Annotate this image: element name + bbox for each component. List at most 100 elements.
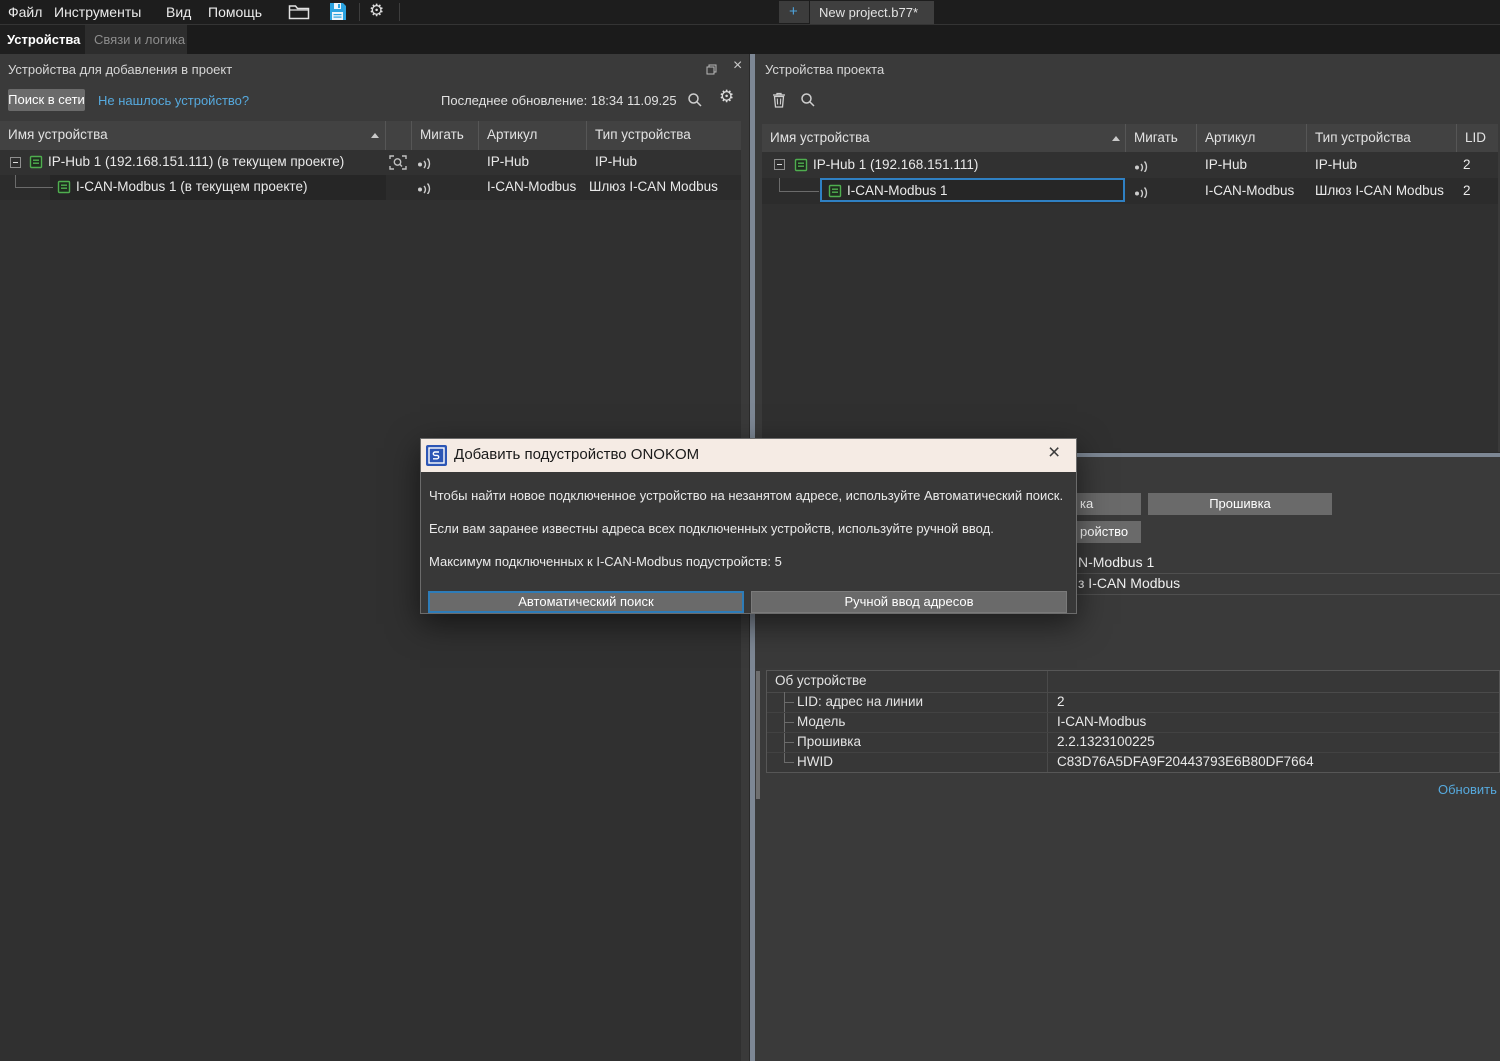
sort-asc-icon xyxy=(371,133,379,138)
app-window: Файл Инструменты Вид Помощь ⚙ + New proj… xyxy=(0,0,1500,1061)
search-icon[interactable] xyxy=(800,92,816,111)
col-header-type-label: Тип устройства xyxy=(595,127,691,142)
device-type: Шлюз I-CAN Modbus xyxy=(589,179,718,194)
col-header-name[interactable]: Имя устройства xyxy=(762,124,1126,152)
col-header-type[interactable]: Тип устройства xyxy=(587,121,741,150)
col-header-blink[interactable]: Мигать xyxy=(1126,124,1197,152)
dialog-text-line3: Максимум подключенных к I-CAN-Modbus под… xyxy=(429,554,782,569)
device-icon xyxy=(29,155,43,172)
menu-tools[interactable]: Инструменты xyxy=(54,4,141,20)
panel-gear-icon[interactable]: ⚙ xyxy=(719,87,734,107)
table-row[interactable]: I-CAN-Modbus 1 (в текущем проекте) I-CAN… xyxy=(0,175,741,200)
dialog-close-icon[interactable]: × xyxy=(1048,441,1060,465)
device-name: I-CAN-Modbus 1 xyxy=(847,183,948,198)
manual-input-button[interactable]: Ручной ввод адресов xyxy=(751,591,1067,613)
property-label: LID: адрес на линии xyxy=(797,694,923,709)
blink-icon[interactable] xyxy=(417,156,434,172)
tree-guide xyxy=(15,187,53,188)
menu-separator xyxy=(359,3,360,21)
device-lid: 2 xyxy=(1463,183,1471,198)
blink-icon[interactable] xyxy=(1134,159,1151,175)
col-header-article[interactable]: Артикул xyxy=(1197,124,1307,152)
blink-icon[interactable] xyxy=(1134,185,1151,201)
trash-icon[interactable] xyxy=(772,92,786,111)
table-row[interactable]: I-CAN-Modbus 1 I-CAN-Modbus Шлюз I-CAN M… xyxy=(762,178,1498,204)
menu-view[interactable]: Вид xyxy=(166,4,191,20)
float-panel-icon[interactable] xyxy=(706,63,717,78)
add-subdevice-dialog: Добавить подустройство ONOKOM × Чтобы на… xyxy=(420,438,1077,614)
partial-button-top[interactable]: ка xyxy=(1077,493,1141,515)
right-table-header: Имя устройства Мигать Артикул Тип устрой… xyxy=(762,124,1498,152)
table-row[interactable]: IP-Hub 1 (192.168.151.111) IP-Hub IP-Hub… xyxy=(762,152,1498,178)
dialog-text-line2: Если вам заранее известны адреса всех по… xyxy=(429,521,994,536)
scrollbar-thumb[interactable] xyxy=(756,671,760,799)
device-type-field[interactable]: з I-CAN Modbus xyxy=(1075,573,1500,595)
col-header-name[interactable]: Имя устройства xyxy=(0,121,386,150)
property-row[interactable]: LID: адрес на линии 2 xyxy=(767,692,1499,713)
refresh-link[interactable]: Обновить xyxy=(1438,782,1497,797)
search-icon[interactable] xyxy=(687,92,703,111)
property-value: I-CAN-Modbus xyxy=(1057,714,1146,729)
tab-devices[interactable]: Устройства xyxy=(0,25,85,54)
project-tab[interactable]: New project.b77* xyxy=(810,1,934,24)
open-folder-icon[interactable] xyxy=(288,4,310,23)
property-row[interactable]: Прошивка 2.2.1323100225 xyxy=(767,732,1499,753)
device-article: IP-Hub xyxy=(1205,157,1247,172)
property-label: Прошивка xyxy=(797,734,861,749)
last-update-label: Последнее обновление: 18:34 11.09.25 xyxy=(441,93,677,108)
device-lid: 2 xyxy=(1463,157,1471,172)
property-label: Модель xyxy=(797,714,845,729)
device-not-found-link[interactable]: Не нашлось устройство? xyxy=(98,93,249,108)
right-panel-title: Устройства проекта xyxy=(765,62,884,77)
col-header-blink[interactable]: Мигать xyxy=(412,121,479,150)
property-value: C83D76A5DFA9F20443793E6B80DF7664 xyxy=(1057,754,1314,769)
tab-logic[interactable]: Связи и логика xyxy=(85,25,187,54)
col-header-lid[interactable]: LID xyxy=(1457,124,1498,152)
device-name: IP-Hub 1 (192.168.151.111) (в текущем пр… xyxy=(48,154,344,169)
col-header-type[interactable]: Тип устройства xyxy=(1307,124,1457,152)
collapse-expander-icon[interactable] xyxy=(774,159,785,170)
property-row[interactable]: Модель I-CAN-Modbus xyxy=(767,712,1499,733)
scan-device-icon[interactable] xyxy=(388,154,408,174)
group-header-row[interactable]: Об устройстве xyxy=(767,671,1499,693)
device-type: IP-Hub xyxy=(595,154,637,169)
project-tab-label: New project.b77* xyxy=(819,5,918,20)
property-value: 2 xyxy=(1057,694,1065,709)
settings-gear-icon[interactable]: ⚙ xyxy=(369,1,384,21)
menu-file[interactable]: Файл xyxy=(8,4,42,20)
col-header-scan[interactable] xyxy=(386,121,412,150)
auto-search-button[interactable]: Автоматический поиск xyxy=(428,591,744,613)
partial-button-bottom[interactable]: ройство xyxy=(1077,521,1141,543)
col-header-blink-label: Мигать xyxy=(1134,130,1178,145)
tab-devices-label: Устройства xyxy=(7,32,80,47)
device-name-field[interactable]: N-Modbus 1 xyxy=(1075,552,1500,574)
menu-separator xyxy=(399,3,400,21)
save-icon[interactable] xyxy=(329,2,346,24)
property-row[interactable]: HWID C83D76A5DFA9F20443793E6B80DF7664 xyxy=(767,752,1499,772)
property-value: 2.2.1323100225 xyxy=(1057,734,1155,749)
group-title: Об устройстве xyxy=(775,673,867,688)
table-row[interactable]: IP-Hub 1 (192.168.151.111) (в текущем пр… xyxy=(0,150,741,175)
add-project-tab-button[interactable]: + xyxy=(779,1,809,23)
about-device-group: Об устройстве LID: адрес на линии 2 Моде… xyxy=(766,670,1500,773)
device-type: IP-Hub xyxy=(1315,157,1357,172)
device-type-fragment: з I-CAN Modbus xyxy=(1078,575,1180,591)
selected-cell[interactable]: I-CAN-Modbus 1 xyxy=(820,178,1125,202)
device-name: IP-Hub 1 (192.168.151.111) xyxy=(813,157,978,172)
dialog-text-line1: Чтобы найти новое подключенное устройств… xyxy=(429,488,1063,503)
dialog-titlebar[interactable]: Добавить подустройство ONOKOM × xyxy=(421,439,1076,472)
col-header-article[interactable]: Артикул xyxy=(479,121,587,150)
plus-icon: + xyxy=(789,3,798,20)
tree-guide xyxy=(779,178,780,191)
search-network-button[interactable]: Поиск в сети xyxy=(8,89,85,111)
project-device-table: Имя устройства Мигать Артикул Тип устрой… xyxy=(762,124,1498,452)
device-name: I-CAN-Modbus 1 (в текущем проекте) xyxy=(76,179,307,194)
col-header-name-label: Имя устройства xyxy=(770,130,870,145)
device-icon xyxy=(828,184,842,201)
property-label: HWID xyxy=(797,754,833,769)
menu-help[interactable]: Помощь xyxy=(208,4,262,20)
close-panel-icon[interactable]: × xyxy=(733,57,742,75)
collapse-expander-icon[interactable] xyxy=(10,157,21,168)
blink-icon[interactable] xyxy=(417,181,434,197)
firmware-button[interactable]: Прошивка xyxy=(1148,493,1332,515)
